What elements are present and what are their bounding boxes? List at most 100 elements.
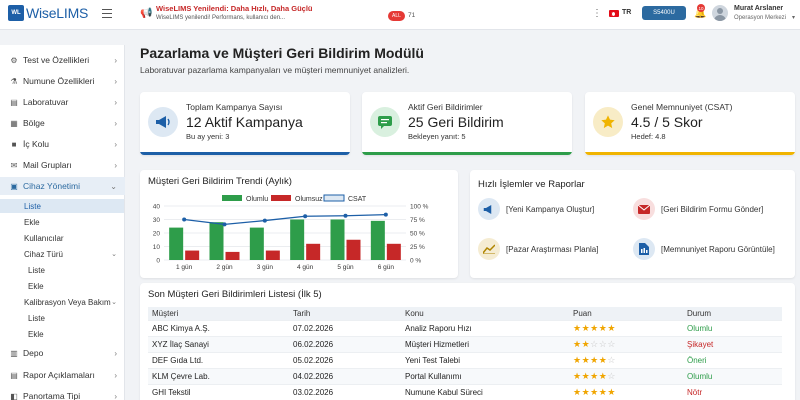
column-header-topic[interactable]: Konu (401, 307, 569, 320)
stat-card-campaigns: Toplam Kampanya Sayısı 12 Aktif Kampanya… (140, 92, 350, 155)
x-tick-label: 5 gün (337, 264, 354, 271)
chevron-right-icon: › (114, 139, 117, 149)
sidebar-item-test[interactable]: ⚙ Test ve Özellikleri › (0, 51, 125, 69)
sidebar-item-lab[interactable]: ▤ Laboratuvar › (0, 93, 125, 111)
star-filled-icon: ★ (581, 338, 591, 349)
building-icon: ▤ (10, 97, 18, 107)
stat-value: 25 Geri Bildirim (408, 114, 504, 130)
sidebar-subitem-list[interactable]: Liste (0, 199, 124, 213)
avatar[interactable] (712, 5, 728, 21)
x-tick-label: 6 gün (378, 264, 395, 271)
point-csat (182, 217, 187, 222)
column-header-status[interactable]: Durum (683, 307, 782, 320)
sidebar-item-branch[interactable]: ■ İç Kolu › (0, 135, 125, 153)
sidebar-subitem-add[interactable]: Ekle (24, 215, 40, 229)
send-feedback-form-button[interactable]: [Geri Bildirim Formu Gönder] (633, 198, 763, 220)
sidebar-item-label: Laboratuvar (23, 97, 69, 107)
table-row[interactable]: DEF Gıda Ltd. 05.02.2026 Yeni Test Talebi ★… (148, 351, 782, 368)
feedback-table: Müşteri Tarih Konu Puan Durum ABC Kimya … (148, 307, 782, 400)
sidebar-subitem-calibration-list[interactable]: Liste (28, 311, 45, 325)
table-row[interactable]: KLM Çevre Lab. 04.02.2026 Portal Kullanımı… (148, 367, 782, 384)
rating-cell: ★★☆☆☆ (569, 335, 683, 352)
sidebar-subitem-device-type[interactable]: Cihaz Türü ⌄ (24, 247, 125, 261)
account-id-button[interactable]: S5400U (642, 6, 686, 20)
table-row[interactable]: GHI Tekstil 03.02.2026 Numune Kabul Süreci… (148, 383, 782, 400)
sidebar-subitem-users[interactable]: Kullanıcılar (24, 231, 64, 245)
announcement-title: WiseLIMS Yenilendi: Daha Hızlı, Daha Güç… (156, 4, 313, 13)
bar-olumsuz (386, 243, 401, 260)
app-logo[interactable]: WL WiseLIMS (8, 5, 88, 21)
sidebar-item-devices[interactable]: ▣ Cihaz Yönetimi ⌄ (0, 177, 125, 195)
sidebar-subitem-calibration-add[interactable]: Ekle (28, 327, 44, 341)
view-satisfaction-report-button[interactable]: [Memnuniyet Raporu Görüntüle] (633, 238, 775, 260)
language-selector[interactable]: TR (622, 9, 631, 16)
all-pill[interactable]: ALL (388, 11, 405, 21)
star-filled-icon: ★ (573, 370, 582, 381)
star-empty-icon: ☆ (607, 338, 616, 349)
more-vertical-icon[interactable]: ⋮ (592, 8, 602, 19)
status-cell: Şikayet (683, 335, 782, 352)
date-cell: 04.02.2026 (289, 367, 401, 384)
rating-cell: ★★★★★ (569, 319, 683, 336)
chevron-right-icon: › (114, 76, 117, 86)
column-header-rating[interactable]: Puan (569, 307, 683, 320)
chevron-right-icon: › (114, 160, 117, 170)
stat-label: Toplam Kampanya Sayısı (186, 102, 283, 112)
legend-swatch (323, 194, 345, 202)
customer-cell: DEF Gıda Ltd. (148, 351, 289, 368)
plan-market-research-button[interactable]: [Pazar Araştırması Planla] (478, 238, 598, 260)
quick-actions-title: Hızlı İşlemler ve Raporlar (478, 179, 585, 190)
action-label: [Memnuniyet Raporu Görüntüle] (661, 244, 775, 254)
customer-cell: XYZ İlaç Sanayi (148, 335, 289, 352)
rating-stars: ★★★★☆ (573, 355, 616, 365)
menu-toggle-icon[interactable] (102, 9, 112, 18)
topic-cell: Müşteri Hizmetleri (401, 335, 569, 352)
status-cell: Olumlu (683, 319, 782, 336)
sidebar-item-warehouse[interactable]: ▥ Depo › (0, 344, 125, 362)
chevron-down-icon[interactable]: ▾ (792, 14, 795, 21)
sidebar-item-mail-groups[interactable]: ✉ Mail Grupları › (0, 156, 125, 174)
megaphone-icon (148, 107, 178, 137)
feedback-trend-chart: Olumlu Olumsuz CSAT 0 10 20 30 40 0 % 25 % 50 % 75 … (153, 194, 429, 271)
column-header-date[interactable]: Tarih (289, 307, 401, 320)
action-label: [Geri Bildirim Formu Gönder] (661, 204, 764, 214)
warehouse-icon: ▥ (10, 348, 18, 358)
turkey-flag-icon[interactable] (609, 10, 619, 17)
sidebar-item-region[interactable]: ▦ Bölge › (0, 114, 125, 132)
star-filled-icon: ★ (590, 386, 599, 397)
sidebar-subitem-label: Kalibrasyon Veya Bakım (24, 297, 111, 307)
action-label: [Yeni Kampanya Oluştur] (506, 204, 595, 214)
chevron-right-icon: › (114, 391, 117, 400)
date-cell: 07.02.2026 (289, 319, 401, 336)
table-row[interactable]: ABC Kimya A.Ş. 07.02.2026 Analiz Raporu Hı… (148, 319, 782, 336)
table-row[interactable]: XYZ İlaç Sanayi 06.02.2026 Müşteri Hizmetl… (148, 335, 782, 352)
new-campaign-button[interactable]: [Yeni Kampanya Oluştur] (478, 198, 594, 220)
chart-icon (478, 238, 500, 260)
chevron-right-icon: › (114, 118, 117, 128)
point-csat (262, 218, 267, 223)
point-csat (383, 212, 388, 217)
topic-cell: Yeni Test Talebi (401, 351, 569, 368)
column-header-customer[interactable]: Müşteri (148, 307, 289, 320)
feedback-table-body: ABC Kimya A.Ş. 07.02.2026 Analiz Raporu Hı… (148, 319, 782, 400)
y-tick-label: 30 (153, 217, 161, 224)
legend-swatch (271, 195, 291, 201)
bar-olumlu (290, 219, 305, 260)
sidebar-subitem-type-list[interactable]: Liste (28, 263, 45, 277)
sidebar-item-label: Test ve Özellikleri (23, 55, 90, 65)
sidebar-subitem-calibration[interactable]: Kalibrasyon Veya Bakım ⌄ (24, 295, 125, 309)
sidebar-item-report-notes[interactable]: ▤ Rapor Açıklamaları › (0, 366, 125, 384)
sidebar-item-sample[interactable]: ⚗ Numune Özellikleri › (0, 72, 125, 90)
quick-actions-card: Hızlı İşlemler ve Raporlar [Yeni Kampany… (470, 170, 795, 278)
chat-icon (370, 107, 400, 137)
sidebar-subitem-type-add[interactable]: Ekle (28, 279, 44, 293)
x-tick-label: 3 gün (257, 264, 274, 271)
user-name[interactable]: Murat Arslaner (734, 5, 783, 12)
sidebar-item-label: Depo (23, 348, 44, 358)
rating-cell: ★★★★☆ (569, 367, 683, 384)
stat-value: 4.5 / 5 Skor (631, 114, 703, 130)
legend-swatch (222, 195, 242, 201)
stat-label: Aktif Geri Bildirimler (408, 102, 483, 112)
bar-olumlu (249, 227, 264, 260)
sidebar-item-type[interactable]: ◧ Panortama Tipi › (0, 387, 125, 400)
